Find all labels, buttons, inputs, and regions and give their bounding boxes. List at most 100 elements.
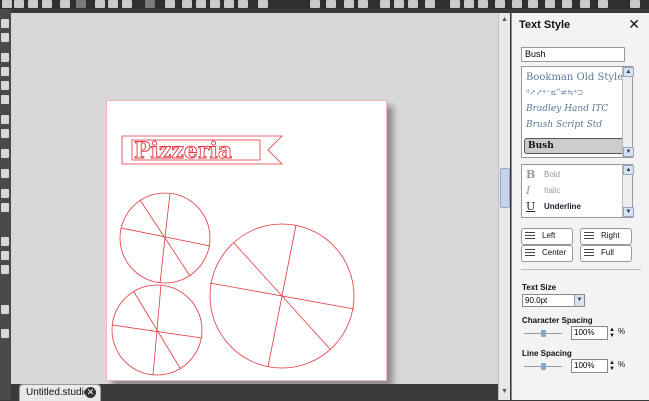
zoom-fit-icon[interactable]: [210, 0, 220, 8]
edit-points-icon[interactable]: [1, 33, 9, 42]
underline-option[interactable]: U Underline: [524, 200, 620, 215]
font-item[interactable]: Brush Script Std: [526, 120, 602, 130]
paste-icon[interactable]: [28, 0, 38, 8]
percent-sign: %: [618, 327, 626, 336]
scroll-down-icon[interactable]: ▼: [623, 207, 634, 217]
divider: [521, 269, 641, 270]
align-left-button[interactable]: Left: [521, 228, 573, 245]
align-right-button[interactable]: Right: [580, 228, 632, 245]
scroll-up-icon[interactable]: ▲: [623, 165, 634, 175]
cut-settings-icon[interactable]: [512, 0, 522, 8]
line-tool-icon[interactable]: [1, 53, 9, 62]
align-center-button[interactable]: Center: [521, 245, 573, 262]
line-spacing-label: Line Spacing: [522, 349, 572, 358]
line-spacing-input[interactable]: 100%: [571, 359, 608, 373]
grid-icon[interactable]: [326, 0, 336, 8]
close-icon[interactable]: ✕: [85, 387, 96, 398]
slider-knob[interactable]: [541, 330, 546, 337]
undo-icon[interactable]: [76, 0, 86, 8]
trace-icon[interactable]: [408, 0, 418, 8]
fill-color-icon[interactable]: [464, 0, 474, 8]
scroll-down-icon[interactable]: ▼: [500, 387, 509, 396]
document-tab[interactable]: Untitled.studio ✕: [19, 384, 101, 401]
arc-tool-icon[interactable]: [1, 149, 9, 158]
text-style-icon[interactable]: [450, 0, 460, 8]
font-item-selected[interactable]: Bush: [524, 138, 625, 154]
eraser-tool-icon[interactable]: [1, 189, 9, 198]
offset-icon[interactable]: [394, 0, 404, 8]
line-color-icon[interactable]: [478, 0, 488, 8]
scroll-up-icon[interactable]: ▲: [623, 67, 634, 77]
cut-border-icon[interactable]: [1, 329, 9, 338]
pointer-icon[interactable]: [145, 0, 155, 8]
print-icon[interactable]: [60, 0, 70, 8]
text-size-select[interactable]: 90.0pt ▼: [522, 294, 585, 307]
align-full-button[interactable]: Full: [580, 245, 632, 262]
scroll-down-icon[interactable]: ▼: [623, 147, 634, 157]
scroll-thumb[interactable]: [500, 168, 510, 208]
align-icon[interactable]: [344, 0, 354, 8]
font-item[interactable]: Bradley Hand ITC: [526, 104, 608, 114]
close-icon[interactable]: ✕: [628, 16, 640, 33]
pan-icon[interactable]: [165, 0, 175, 8]
slice-line: [152, 284, 162, 376]
pen-icon[interactable]: [598, 0, 608, 8]
font-item[interactable]: ᵈ↗↗ᵃ⁼≤ʺ≠≒ᵃ⊃: [526, 88, 584, 97]
spinner-icon[interactable]: ▲ ▼: [609, 327, 615, 339]
bold-option[interactable]: B Bold: [524, 168, 620, 183]
registration-icon[interactable]: [1, 305, 9, 314]
design-page[interactable]: Pizzeria: [106, 100, 387, 381]
spinner-icon[interactable]: ▲ ▼: [609, 360, 615, 372]
char-spacing-input[interactable]: 100%: [571, 326, 608, 340]
ellipse-tool-icon[interactable]: [1, 95, 9, 104]
layers-icon[interactable]: [1, 237, 9, 246]
save-icon[interactable]: [42, 0, 52, 8]
text-tool-icon[interactable]: [1, 169, 9, 178]
canvas-vertical-scrollbar[interactable]: ▲ ▼: [498, 13, 510, 400]
design-store-icon[interactable]: [562, 0, 572, 8]
copy-icon[interactable]: [14, 0, 24, 8]
zoom-out-icon[interactable]: [196, 0, 206, 8]
italic-option[interactable]: I Italic: [524, 184, 620, 199]
rectangle-tool-icon[interactable]: [1, 67, 9, 76]
select-tool-icon[interactable]: [1, 19, 9, 28]
select-icon[interactable]: [95, 0, 105, 8]
char-spacing-slider[interactable]: [524, 330, 562, 337]
curve-tool-icon[interactable]: [1, 129, 9, 138]
table-icon[interactable]: [630, 0, 640, 8]
align-left-label: Left: [542, 231, 556, 240]
polygon-tool-icon[interactable]: [1, 115, 9, 124]
weld-icon[interactable]: [380, 0, 390, 8]
replicate-icon[interactable]: [358, 0, 368, 8]
zoom-select-icon[interactable]: [238, 0, 248, 8]
cut-icon[interactable]: [2, 0, 12, 8]
rotate-icon[interactable]: [258, 0, 268, 8]
line-spacing-slider[interactable]: [524, 363, 562, 370]
page-setup-icon[interactable]: [528, 0, 538, 8]
font-name-field[interactable]: Bush: [521, 47, 625, 62]
send-to-cutter-icon[interactable]: [310, 0, 320, 8]
redo-icon[interactable]: [108, 0, 118, 8]
knife-tool-icon[interactable]: [1, 203, 9, 212]
rounded-rect-tool-icon[interactable]: [1, 81, 9, 90]
library-icon[interactable]: [545, 0, 555, 8]
italic-glyph: I: [526, 184, 531, 197]
font-style-list: B Bold I Italic U Underline ▲ ▼: [521, 164, 634, 218]
line-style-icon[interactable]: [495, 0, 505, 8]
font-item[interactable]: Bookman Old Style: [526, 72, 623, 83]
style-list-scrollbar[interactable]: ▲ ▼: [622, 165, 634, 217]
zoom-page-icon[interactable]: [224, 0, 234, 8]
group-icon[interactable]: [1, 251, 9, 260]
zoom-in-icon[interactable]: [182, 0, 192, 8]
font-list[interactable]: Bookman Old Style ᵈ↗↗ᵃ⁼≤ʺ≠≒ᵃ⊃ Bradley Ha…: [521, 66, 634, 158]
canvas-area[interactable]: Pizzeria: [11, 13, 498, 384]
ungroup-icon[interactable]: [1, 265, 9, 274]
text-icon[interactable]: [580, 0, 590, 8]
design-artwork[interactable]: Pizzeria: [106, 100, 387, 381]
chevron-down-icon[interactable]: ▼: [574, 295, 584, 306]
slider-knob[interactable]: [541, 363, 546, 370]
clipboard-icon[interactable]: [122, 0, 132, 8]
font-list-scrollbar[interactable]: ▲ ▼: [622, 67, 634, 157]
knife-icon[interactable]: [425, 0, 435, 8]
scroll-up-icon[interactable]: ▲: [500, 15, 509, 24]
